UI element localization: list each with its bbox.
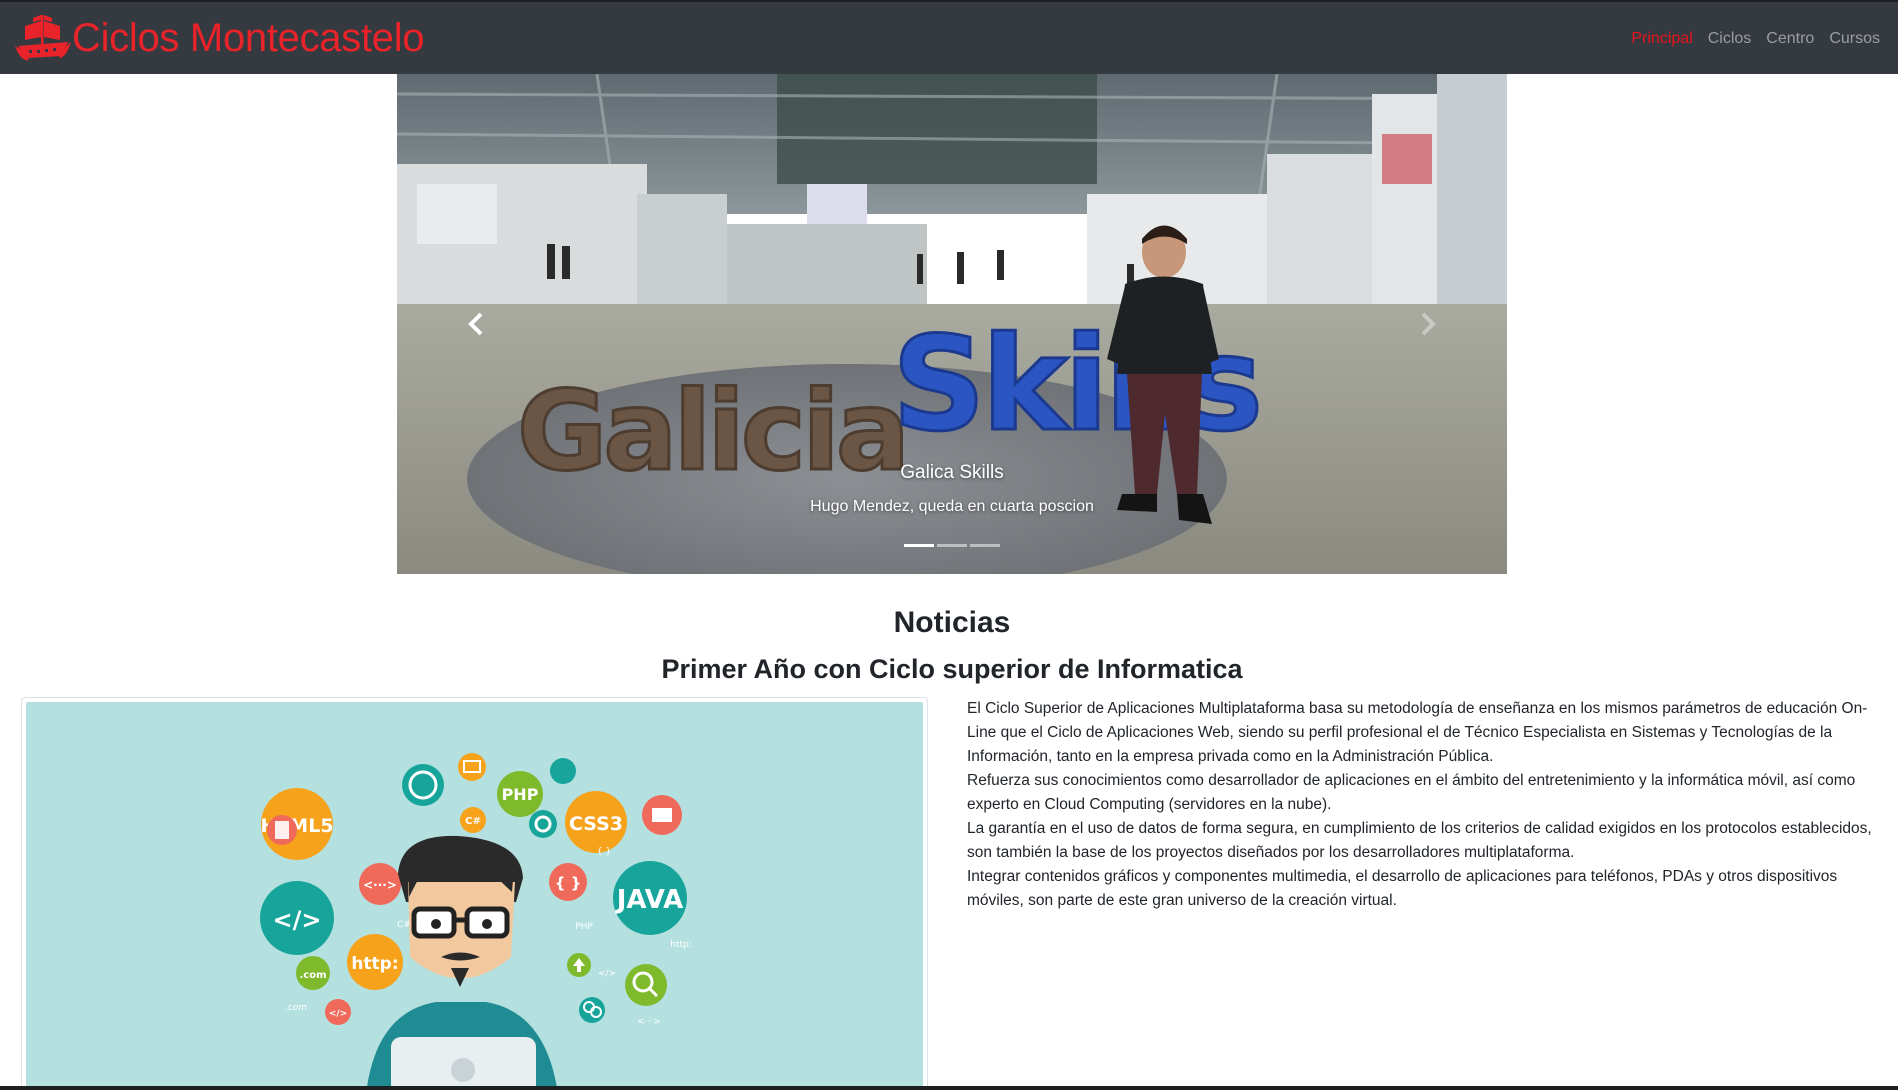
news-article-title: Primer Año con Ciclo superior de Informa… [661, 654, 1243, 684]
angle-brackets-badge: <···> [363, 878, 397, 892]
svg-text:<···>: <···> [637, 1017, 661, 1027]
carousel-next-button[interactable] [1397, 294, 1457, 354]
chevron-right-icon [1421, 312, 1436, 336]
nav-item-cursos[interactable]: Cursos [1829, 30, 1880, 48]
news-paragraph-3: La garantía en el uso de datos de forma … [967, 820, 1872, 861]
carousel-indicator-3[interactable] [970, 544, 1000, 547]
brand-link[interactable]: Ciclos Montecastelo [15, 10, 425, 66]
carousel-caption-title: Galica Skills [900, 462, 1004, 483]
code-tag-badge: </> [273, 906, 322, 934]
developer-illustration: HTML5 PHP CSS3 </> JAVA http: .com <···>… [26, 702, 923, 1090]
csharp-badge: C# [465, 816, 481, 827]
small-code-badge: </> [329, 1009, 347, 1019]
nav-menu: Principal Ciclos Centro Cursos [1631, 30, 1880, 48]
ship-logo-icon [15, 15, 71, 61]
svg-text:http:: http: [670, 940, 692, 950]
news-paragraph-1: El Ciclo Superior de Aplicaciones Multip… [967, 700, 1868, 765]
nav-item-ciclos[interactable]: Ciclos [1708, 30, 1752, 48]
java-badge: JAVA [615, 885, 684, 915]
http-badge: http: [351, 954, 398, 974]
carousel-indicator-1[interactable] [904, 544, 934, 547]
dotcom-badge: .com [299, 970, 326, 981]
nav-item-principal[interactable]: Principal [1631, 30, 1692, 48]
brand-name: Ciclos Montecastelo [72, 16, 425, 60]
css3-badge: CSS3 [569, 813, 623, 835]
bottom-border [0, 1086, 1898, 1090]
news-paragraph-2: Refuerza sus conocimientos como desarrol… [967, 772, 1856, 813]
carousel-indicator-2[interactable] [937, 544, 967, 547]
nav-item-centro[interactable]: Centro [1766, 30, 1814, 48]
carousel-caption-text: Hugo Mendez, queda en cuarta poscion [810, 498, 1094, 515]
svg-text:C#: C# [397, 920, 411, 930]
php-badge: PHP [502, 785, 539, 804]
top-navbar: Ciclos Montecastelo Principal Ciclos Cen… [0, 0, 1898, 74]
braces-badge: { } [555, 874, 582, 892]
section-title-noticias: Noticias [893, 606, 1011, 639]
hero-carousel: Galicia Skills Galica Skills Hugo Mendez… [397, 74, 1507, 574]
svg-text:.com: .com [285, 1003, 307, 1013]
news-article-body: El Ciclo Superior de Aplicaciones Multip… [967, 697, 1887, 913]
chevron-left-icon [468, 312, 483, 336]
news-paragraph-4: Integrar contenidos gráficos y component… [967, 868, 1838, 909]
news-image-frame: HTML5 PHP CSS3 </> JAVA http: .com <···>… [21, 697, 928, 1090]
svg-text:</>: </> [598, 969, 616, 979]
carousel-indicators [397, 544, 1507, 547]
svg-text:{ }: { } [597, 847, 611, 857]
carousel-prev-button[interactable] [447, 294, 507, 354]
svg-text:PHP: PHP [575, 922, 593, 932]
